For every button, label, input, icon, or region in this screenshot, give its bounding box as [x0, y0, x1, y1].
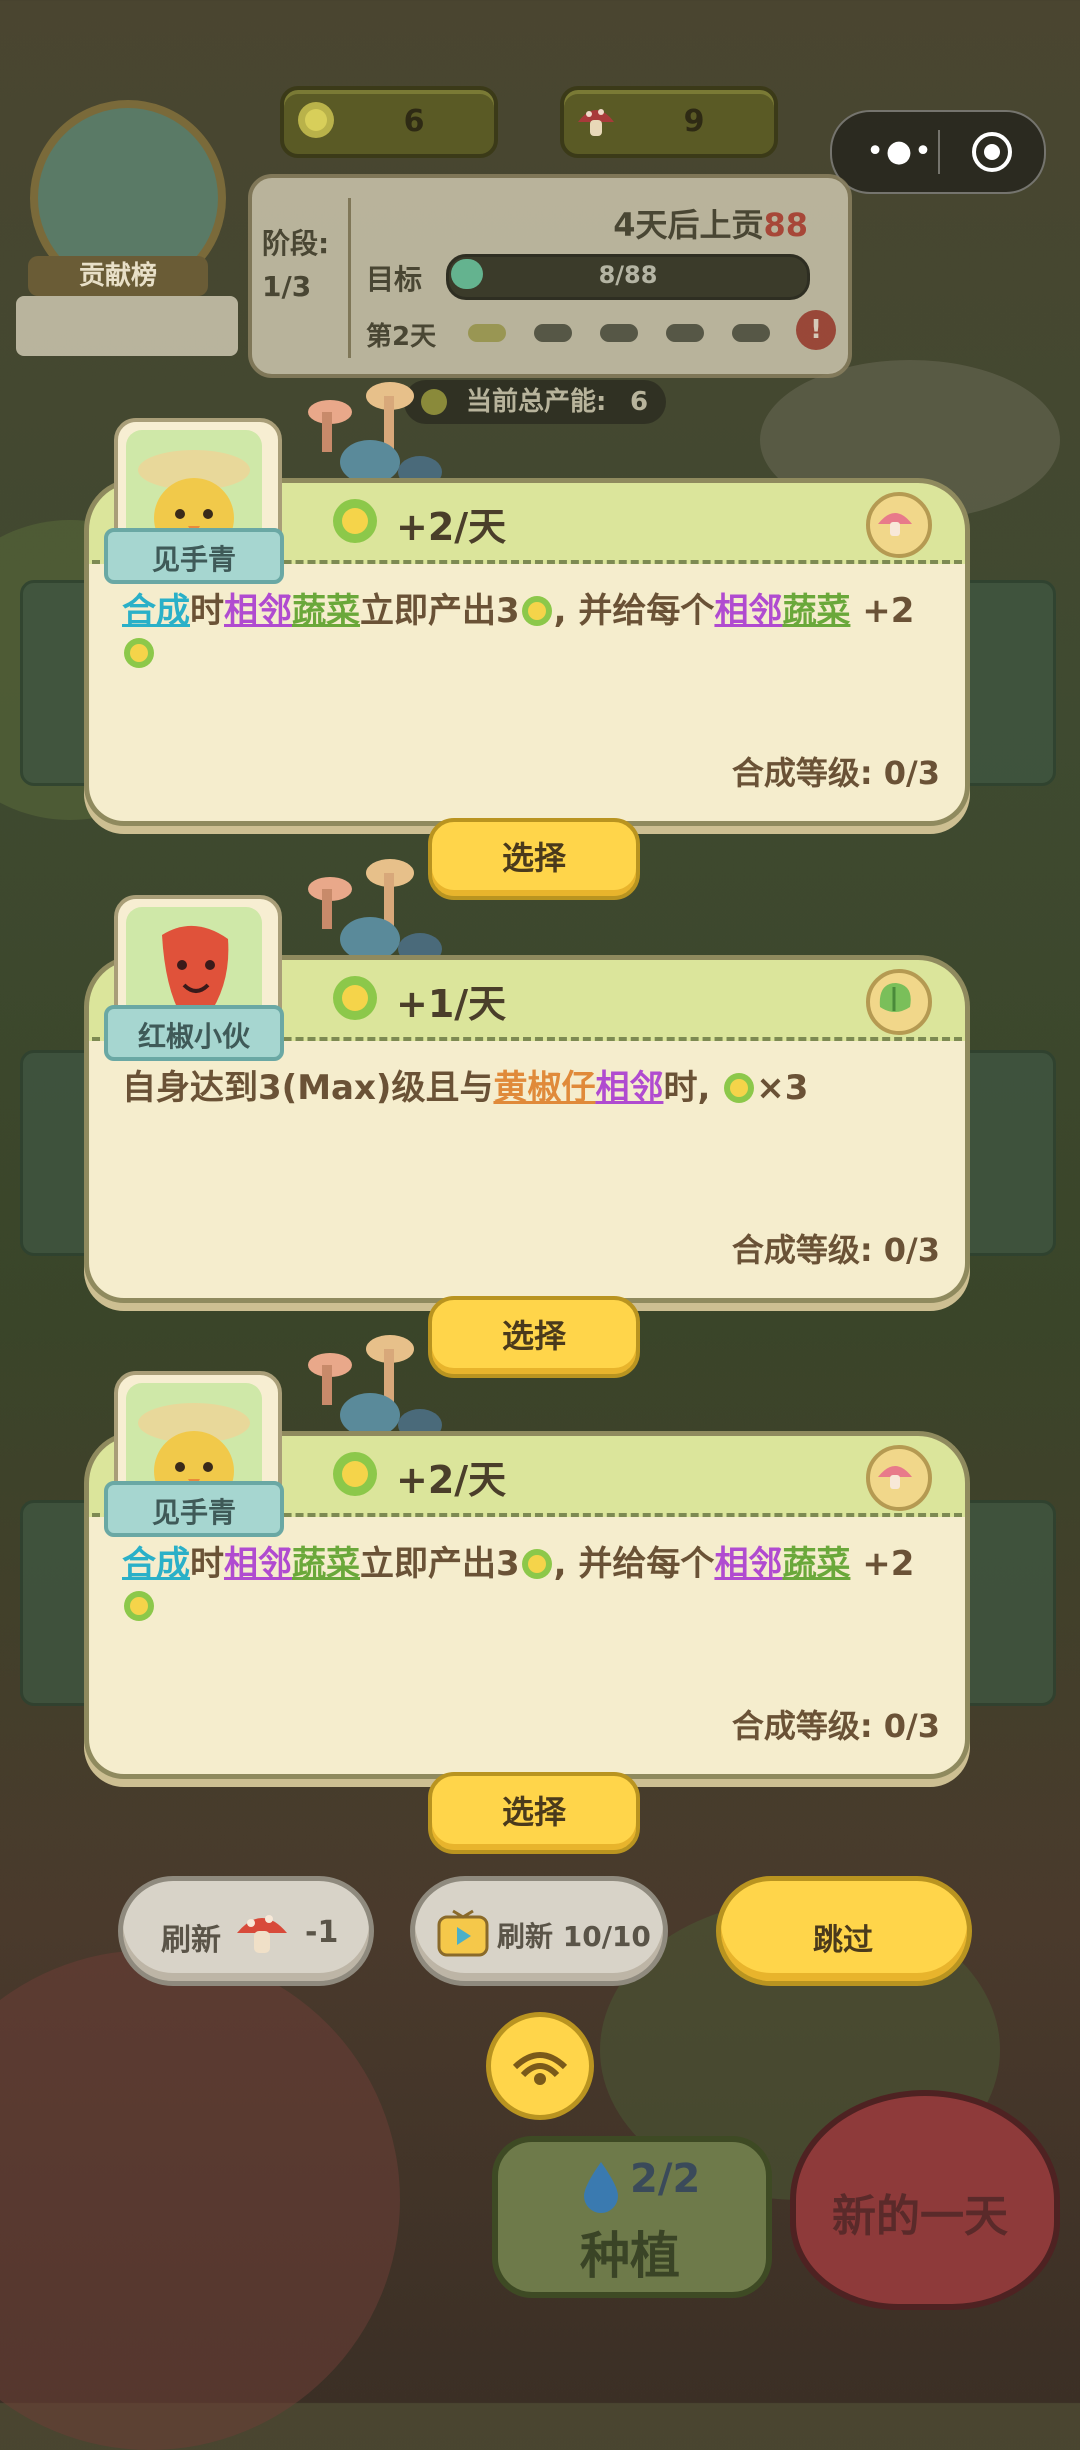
keyword-green: 蔬菜: [782, 1544, 851, 1584]
description-text: 时: [190, 1544, 224, 1584]
tv-ad-icon: [437, 1909, 489, 1957]
water-count: 2/2: [630, 2156, 701, 2202]
option-card[interactable]: 见手青 +2/天 合成时相邻蔬菜立即产出3, 并给每个相邻蔬菜 +2 合成等级:…: [84, 382, 970, 826]
sun-icon: [724, 1073, 755, 1103]
miniprogram-capsule[interactable]: •●•: [830, 110, 1046, 194]
rank-plate: [16, 296, 238, 356]
description-text: 自身达到3(Max)级且与: [122, 1068, 494, 1108]
option-card[interactable]: 红椒小伙 +1/天 自身达到3(Max)级且与黄椒仔相邻时, ×3 合成等级: …: [84, 859, 970, 1303]
day-dot: [468, 324, 506, 342]
card-rate: +2/天: [396, 1458, 507, 1502]
keyword-purple: 相邻: [714, 1544, 783, 1584]
description-text: 时,: [663, 1068, 723, 1108]
card-merge-level: 合成等级: 0/3: [731, 1231, 940, 1269]
card-description: 合成时相邻蔬菜立即产出3, 并给每个相邻蔬菜 +2: [122, 1543, 920, 1627]
view-toggle-button[interactable]: [486, 2012, 594, 2120]
day-dot: [534, 324, 572, 342]
description-text: 时: [190, 591, 224, 631]
card-name-tag: 红椒小伙: [104, 1005, 284, 1061]
tribute-info: 4天后上贡88: [613, 200, 808, 246]
keyword-orange: 黄椒仔: [493, 1068, 596, 1108]
keyword-green: 蔬菜: [292, 591, 360, 631]
capacity-label: 当前总产能:: [466, 387, 607, 417]
select-button[interactable]: 选择: [428, 1772, 640, 1854]
sun-count: 6: [403, 104, 425, 139]
description-text: +2: [850, 591, 915, 631]
refresh-mushroom-button[interactable]: 刷新 -1: [118, 1876, 374, 1986]
new-day-button[interactable]: 新的一天: [790, 2090, 1060, 2310]
card-description: 自身达到3(Max)级且与黄椒仔相邻时, ×3: [122, 1067, 920, 1109]
card-merge-level: 合成等级: 0/3: [731, 1707, 940, 1745]
sun-icon: [521, 596, 552, 626]
target-label: 目标: [366, 263, 423, 296]
card-name-tag: 见手青: [104, 528, 284, 584]
day-label: 第2天: [366, 322, 437, 352]
description-text: , 并给每个: [553, 591, 715, 631]
more-icon[interactable]: •●•: [862, 137, 938, 167]
sun-icon: [333, 976, 377, 1020]
mushroom-type-badge-icon: [866, 492, 932, 558]
vegetable-type-badge-icon: [866, 969, 932, 1035]
sun-counter: 6: [280, 86, 498, 158]
card-name-tag: 见手青: [104, 1481, 284, 1537]
card-rate: +1/天: [396, 982, 507, 1026]
keyword-green: 蔬菜: [782, 591, 851, 631]
keyword-purple: 相邻: [595, 1068, 664, 1108]
keyword-blue: 合成: [122, 591, 190, 631]
keyword-purple: 相邻: [714, 591, 783, 631]
keyword-purple: 相邻: [224, 1544, 292, 1584]
target-progress-bar: 8/88: [446, 254, 810, 300]
day-dot: [732, 324, 770, 342]
skip-label: 跳过: [813, 1923, 873, 1958]
refresh-cost: -1: [305, 1915, 339, 1950]
keyword-blue: 合成: [122, 1544, 190, 1584]
mushroom-type-badge-icon: [866, 1445, 932, 1511]
target-progress-text: 8/88: [598, 261, 658, 289]
skip-button[interactable]: 跳过: [716, 1876, 972, 1986]
refresh-label: 刷新: [161, 1923, 221, 1958]
day-dot: [600, 324, 638, 342]
refresh-ad-button[interactable]: 刷新 10/10: [410, 1876, 668, 1986]
plant-button[interactable]: 2/2 种植: [492, 2136, 772, 2298]
description-text: +2: [850, 1544, 915, 1584]
day-dot: [666, 324, 704, 342]
description-text: 立即产出3: [360, 591, 520, 631]
close-target-icon[interactable]: [970, 130, 1014, 174]
option-card[interactable]: 见手青 +2/天 合成时相邻蔬菜立即产出3, 并给每个相邻蔬菜 +2 合成等级:…: [84, 1335, 970, 1779]
mushroom-counter: 9: [560, 86, 778, 158]
stage-panel: 阶段: 1/3 4天后上贡88 目标 8/88 第2天 !: [248, 174, 852, 378]
card-description: 合成时相邻蔬菜立即产出3, 并给每个相邻蔬菜 +2: [122, 590, 920, 674]
keyword-purple: 相邻: [224, 591, 292, 631]
mushroom-icon: [237, 1915, 287, 1953]
keyword-green: 蔬菜: [292, 1544, 360, 1584]
contribution-rank-label[interactable]: 贡献榜: [28, 256, 208, 296]
card-merge-level: 合成等级: 0/3: [731, 754, 940, 792]
sun-icon: [298, 102, 334, 138]
description-text: 立即产出3: [360, 1544, 520, 1584]
plant-label: 种植: [580, 2227, 680, 2285]
tribute-amount: 88: [763, 206, 808, 244]
tribute-prefix: 4天后上贡: [613, 206, 764, 244]
mushroom-count: 9: [683, 104, 705, 139]
refresh-ad-label: 刷新 10/10: [497, 1920, 651, 1953]
sun-icon: [124, 1591, 154, 1621]
sun-icon: [333, 499, 377, 543]
new-day-label: 新的一天: [832, 2191, 1008, 2242]
stage-label: 阶段:: [262, 227, 330, 260]
mushroom-icon: [578, 109, 614, 136]
water-drop-icon: [584, 2162, 618, 2213]
alert-icon[interactable]: !: [796, 310, 836, 350]
card-rate: +2/天: [396, 505, 507, 549]
capsule-divider: [938, 130, 940, 174]
sun-icon: [521, 1549, 552, 1579]
eye-icon: [512, 2052, 568, 2085]
stage-value: 1/3: [262, 270, 312, 303]
capacity-value: 6: [630, 387, 649, 417]
sun-icon: [124, 638, 154, 668]
description-text: , 并给每个: [553, 1544, 715, 1584]
sun-icon: [333, 1452, 377, 1496]
stage-divider: [348, 198, 351, 358]
description-text: ×3: [756, 1068, 809, 1108]
